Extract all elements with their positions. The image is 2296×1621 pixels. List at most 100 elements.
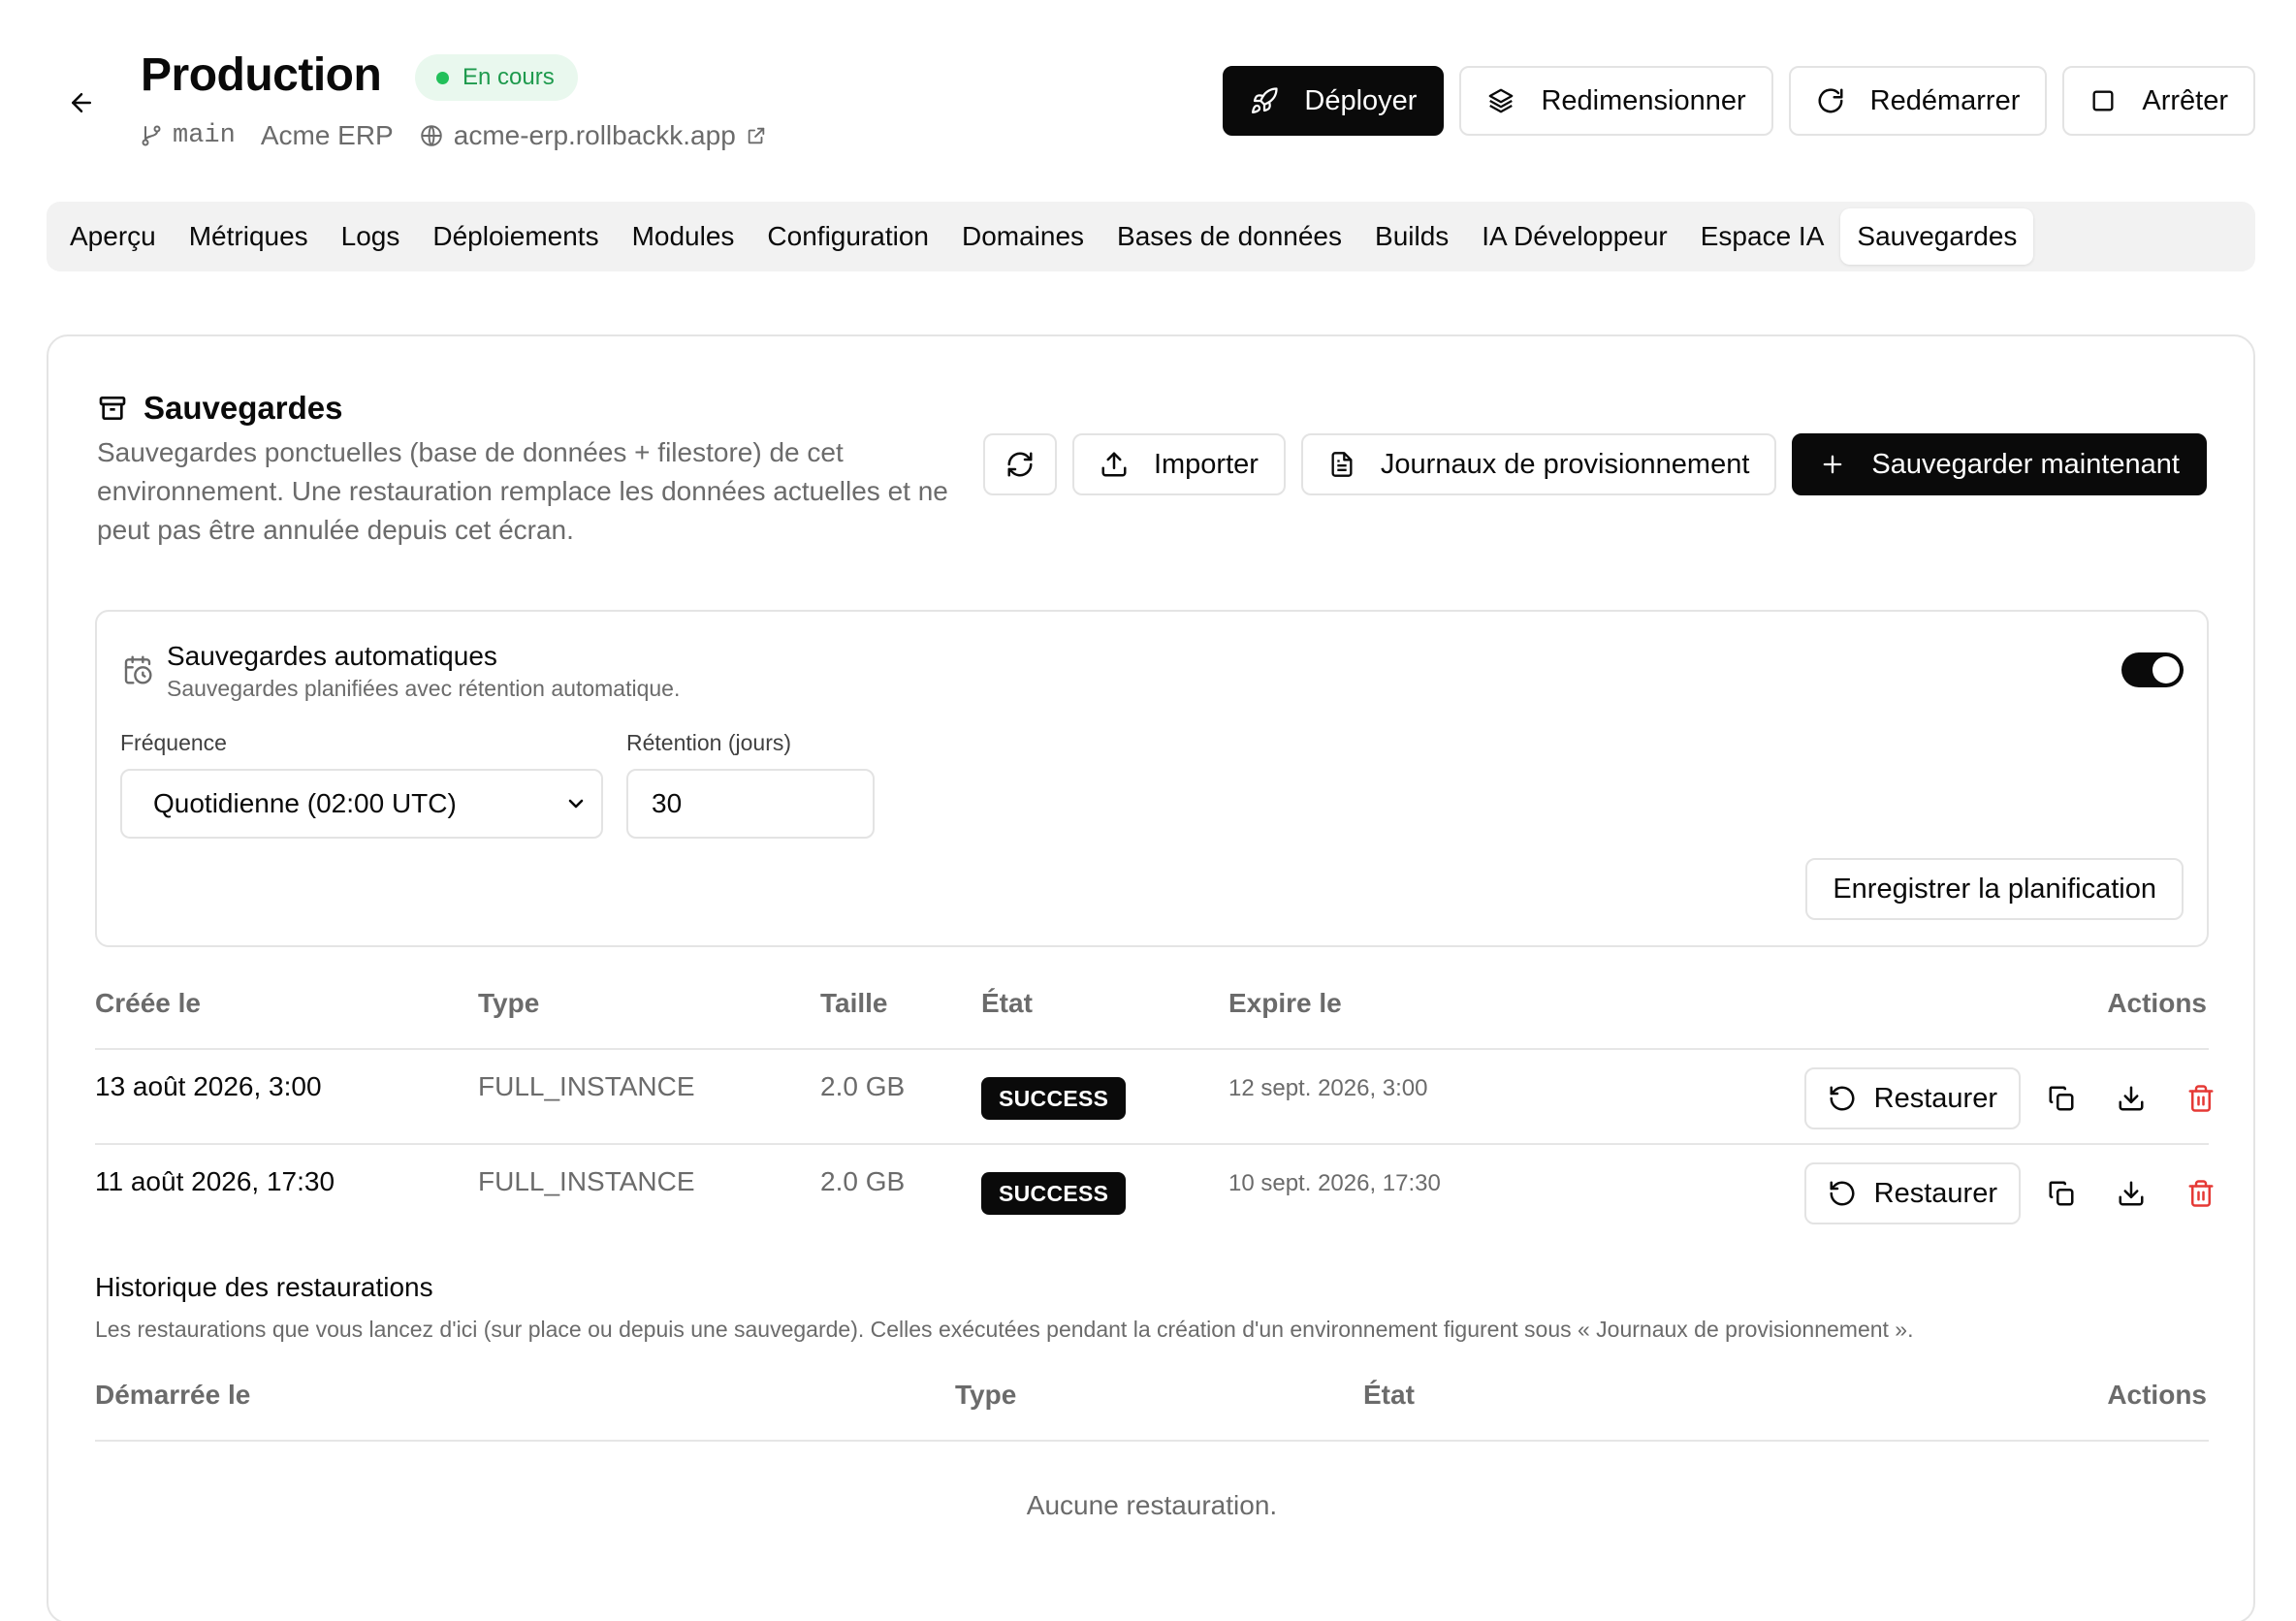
- status-dot: [436, 71, 449, 84]
- backups-heading: Sauvegardes: [97, 390, 342, 427]
- square-icon: [2092, 90, 2114, 111]
- status-badge: En cours: [415, 54, 578, 101]
- tab-metrics[interactable]: Métriques: [173, 208, 325, 265]
- deploy-label: Déployer: [1304, 84, 1418, 116]
- restart-button[interactable]: Redémarrer: [1788, 66, 2048, 136]
- row-state-badge: SUCCESS: [981, 1172, 1127, 1215]
- git-branch-icon: [142, 125, 161, 146]
- arrow-left-icon: [72, 93, 91, 112]
- external-link-icon: [748, 127, 765, 144]
- row-divider: [95, 1143, 2209, 1145]
- copy-button[interactable]: [2032, 1069, 2090, 1128]
- chevron-down-icon: [568, 799, 584, 809]
- delete-button[interactable]: [2172, 1069, 2230, 1128]
- col-created: Créée le: [95, 988, 201, 1018]
- download-icon: [2119, 1181, 2144, 1206]
- import-button[interactable]: Importer: [1071, 433, 1286, 495]
- branch-name: main: [173, 121, 236, 150]
- row-actions: Restaurer: [1803, 1162, 2230, 1224]
- restore-button[interactable]: Restaurer: [1803, 1067, 2021, 1129]
- row-size: 2.0 GB: [820, 1166, 906, 1196]
- resize-label: Redimensionner: [1541, 84, 1746, 116]
- tab-configuration[interactable]: Configuration: [750, 208, 945, 265]
- col-restore-state: État: [1363, 1380, 1415, 1410]
- save-schedule-button[interactable]: Enregistrer la planification: [1805, 858, 2184, 920]
- download-button[interactable]: [2102, 1164, 2160, 1223]
- frequency-select[interactable]: Quotidienne (02:00 UTC): [120, 769, 603, 839]
- empty-restores: Aucune restauration.: [1026, 1490, 1278, 1520]
- col-started: Démarrée le: [95, 1380, 251, 1410]
- refresh-cw-icon: [1007, 452, 1033, 477]
- rotate-ccw-icon: [1830, 1181, 1855, 1206]
- resize-button[interactable]: Redimensionner: [1459, 66, 1773, 136]
- backup-now-label: Sauvegarder maintenant: [1871, 448, 2180, 480]
- branch-info: main: [140, 121, 236, 150]
- tab-modules[interactable]: Modules: [616, 208, 751, 265]
- restore-header-divider: [95, 1440, 2209, 1442]
- restore-history-title: Historique des restaurations: [95, 1272, 433, 1302]
- tab-ai-space[interactable]: Espace IA: [1684, 208, 1841, 265]
- tab-deployments[interactable]: Déploiements: [416, 208, 615, 265]
- archive-icon: [99, 397, 126, 420]
- col-state: État: [981, 988, 1033, 1018]
- auto-backups-title: Sauvegardes automatiques: [167, 641, 497, 671]
- col-restore-type: Type: [955, 1380, 1017, 1410]
- col-restore-actions: Actions: [2107, 1380, 2207, 1410]
- trash-icon: [2188, 1085, 2214, 1112]
- tab-logs[interactable]: Logs: [325, 208, 417, 265]
- row-created: 11 août 2026, 17:30: [95, 1166, 335, 1196]
- backup-now-button[interactable]: Sauvegarder maintenant: [1792, 433, 2207, 495]
- restore-history-description: Les restaurations que vous lancez d'ici …: [95, 1317, 1914, 1342]
- refresh-icon: [1818, 88, 1843, 113]
- trash-icon: [2188, 1180, 2214, 1207]
- rocket-icon: [1252, 87, 1279, 113]
- auto-backups-subtitle: Sauvegardes planifiées avec rétention au…: [167, 676, 681, 701]
- import-label: Importer: [1153, 448, 1259, 480]
- frequency-value: Quotidienne (02:00 UTC): [153, 788, 457, 818]
- tab-ai-developer[interactable]: IA Développeur: [1465, 208, 1683, 265]
- status-label: En cours: [462, 64, 555, 90]
- tab-bar: Aperçu Métriques Logs Déploiements Modul…: [47, 202, 2255, 271]
- row-state-badge: SUCCESS: [981, 1077, 1127, 1120]
- copy-icon: [2049, 1181, 2074, 1206]
- tab-domains[interactable]: Domaines: [945, 208, 1100, 265]
- save-schedule-label: Enregistrer la planification: [1833, 873, 2156, 905]
- download-button[interactable]: [2102, 1069, 2160, 1128]
- copy-button[interactable]: [2032, 1164, 2090, 1223]
- retention-label: Rétention (jours): [626, 730, 792, 755]
- file-text-icon: [1331, 452, 1353, 477]
- tab-databases[interactable]: Bases de données: [1100, 208, 1358, 265]
- row-expires: 10 sept. 2026, 17:30: [1228, 1170, 1441, 1196]
- row-type: FULL_INSTANCE: [478, 1166, 695, 1196]
- row-size: 2.0 GB: [820, 1071, 906, 1101]
- provisioning-logs-button[interactable]: Journaux de provisionnement: [1300, 433, 1777, 495]
- row-type: FULL_INSTANCE: [478, 1071, 695, 1101]
- delete-button[interactable]: [2172, 1164, 2230, 1223]
- stop-button[interactable]: Arrêter: [2062, 66, 2255, 136]
- col-type: Type: [478, 988, 540, 1018]
- tab-builds[interactable]: Builds: [1358, 208, 1465, 265]
- backup-actions: Importer Journaux de provisionnement Sau…: [982, 433, 2207, 495]
- project-name: Acme ERP: [260, 120, 394, 150]
- environment-url-link[interactable]: acme-erp.rollbackk.app: [419, 120, 767, 151]
- col-size: Taille: [820, 988, 888, 1018]
- calendar-clock-icon: [124, 655, 152, 684]
- row-created: 13 août 2026, 3:00: [95, 1071, 322, 1101]
- table-header-divider: [95, 1048, 2209, 1050]
- restore-button[interactable]: Restaurer: [1803, 1162, 2021, 1224]
- retention-input[interactable]: 30: [626, 769, 875, 839]
- tab-backups[interactable]: Sauvegardes: [1840, 208, 2034, 265]
- environment-actions: Déployer Redimensionner Redémarrer Arrêt…: [1223, 66, 2255, 136]
- toggle-knob: [2152, 656, 2180, 683]
- backups-card: Sauvegardes Sauvegardes ponctuelles (bas…: [47, 334, 2255, 1621]
- frequency-label: Fréquence: [120, 730, 227, 755]
- environment-url: acme-erp.rollbackk.app: [453, 120, 736, 150]
- auto-backups-toggle[interactable]: [2121, 652, 2184, 687]
- restore-label: Restaurer: [1873, 1177, 1997, 1209]
- back-button[interactable]: [62, 83, 101, 122]
- refresh-backups-button[interactable]: [982, 433, 1057, 495]
- deploy-button[interactable]: Déployer: [1223, 66, 1445, 136]
- plus-icon: [1824, 455, 1842, 474]
- tab-overview[interactable]: Aperçu: [53, 208, 173, 265]
- col-expires: Expire le: [1228, 988, 1342, 1018]
